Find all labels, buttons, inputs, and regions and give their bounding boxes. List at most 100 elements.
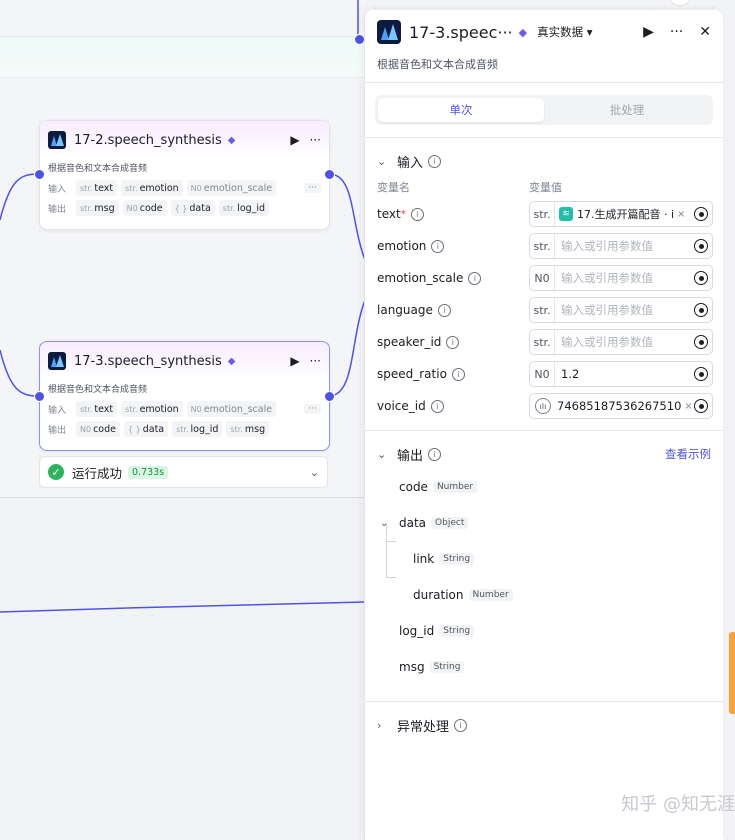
reference-chip[interactable]: ≋ 17.生成开篇配音 · i ×	[559, 206, 685, 222]
info-icon[interactable]: i	[431, 239, 445, 253]
language-field[interactable]: str. 输入或引用参数值	[529, 297, 713, 323]
param-chip: N0 emotion_scale	[186, 180, 277, 196]
reference-picker-icon[interactable]	[694, 399, 708, 413]
info-icon[interactable]: i	[468, 271, 482, 285]
input-section-header[interactable]: ⌄ 输入 i	[365, 146, 723, 176]
chevron-right-icon[interactable]: ›	[377, 719, 397, 732]
output-label: 输出	[48, 204, 67, 215]
param-chip: str. log_id	[172, 421, 223, 437]
run-status-text: 运行成功	[72, 465, 123, 481]
info-icon[interactable]: i	[430, 399, 444, 413]
emotion-scale-field[interactable]: N0 输入或引用参数值	[529, 265, 713, 291]
field-value: 74685187536267510	[557, 399, 682, 413]
voice-id-field[interactable]: ılı 74685187536267510 ×	[529, 393, 713, 419]
node-description: 根据音色和文本合成音频	[48, 164, 148, 174]
speed-ratio-field[interactable]: N0 1.2	[529, 361, 713, 387]
type-indicator: N0	[530, 266, 555, 290]
error-section-title: 异常处理	[397, 719, 450, 735]
input-row-language: language i str. 输入或引用参数值	[365, 294, 723, 326]
workflow-node-17-3[interactable]: 17-3.speech_synthesis ◆ ▶ ··· 根据音色和文本合成音…	[39, 341, 330, 451]
data-mode-select[interactable]: 真实数据 ▾	[537, 24, 592, 40]
info-icon[interactable]: i	[428, 447, 442, 461]
node-title: 17-3.speech_synthesis	[74, 353, 222, 369]
param-chip: { } data	[170, 200, 215, 216]
chevron-down-icon[interactable]: ⌄	[310, 466, 319, 479]
plugin-logo-icon	[48, 131, 66, 149]
input-section-title: 输入	[397, 155, 424, 171]
info-icon[interactable]: i	[437, 303, 451, 317]
run-node-button[interactable]: ▶	[290, 133, 299, 147]
more-options-button[interactable]: ···	[670, 24, 683, 40]
run-button[interactable]: ▶	[643, 24, 654, 40]
param-name: emotion_scale i	[377, 271, 529, 285]
param-chip: N0 code	[76, 421, 120, 437]
info-icon[interactable]: i	[410, 207, 424, 221]
reference-picker-icon[interactable]	[694, 271, 708, 285]
node-output-row: 输出 str. msg N0 code { } data str. log_id	[40, 198, 329, 218]
input-label: 输入	[48, 184, 67, 195]
param-chip: str. emotion	[121, 401, 183, 417]
reference-picker-icon[interactable]	[694, 239, 708, 253]
canvas-separator	[0, 497, 365, 498]
param-chip: N0 code	[122, 200, 167, 216]
param-name: emotion i	[377, 239, 529, 253]
remove-ref-icon[interactable]: ×	[677, 209, 685, 220]
info-icon[interactable]: i	[428, 154, 442, 168]
param-name: text * i	[377, 207, 529, 221]
field-value: 1.2	[561, 367, 580, 381]
output-label: 输出	[48, 425, 67, 436]
node1-input-port[interactable]	[34, 169, 45, 180]
speaker-id-field[interactable]: str. 输入或引用参数值	[529, 329, 713, 355]
side-tab-marker[interactable]	[729, 632, 735, 714]
error-handling-header[interactable]: › 异常处理 i	[365, 710, 723, 740]
node-more-button[interactable]: ···	[310, 133, 321, 147]
run-node-button[interactable]: ▶	[290, 354, 299, 368]
type-indicator: str.	[530, 202, 555, 226]
reference-picker-icon[interactable]	[694, 303, 708, 317]
info-icon[interactable]: i	[446, 335, 460, 349]
node-description: 根据音色和文本合成音频	[48, 385, 148, 395]
output-item-code: code Number	[399, 469, 723, 505]
type-indicator: str.	[530, 330, 555, 354]
more-params-button[interactable]: ···	[304, 183, 321, 193]
reference-picker-icon[interactable]	[694, 335, 708, 349]
tab-batch[interactable]: 批处理	[544, 98, 710, 122]
close-icon[interactable]: ✕	[699, 24, 711, 40]
chevron-down-icon[interactable]: ⌄	[377, 155, 397, 168]
workflow-node-17-2[interactable]: 17-2.speech_synthesis ◆ ▶ ··· 根据音色和文本合成音…	[39, 120, 330, 230]
output-tree: code Number ⌄ data Object link String durat…	[365, 469, 723, 685]
node2-input-port[interactable]	[34, 391, 45, 402]
loop-band	[0, 36, 365, 78]
chevron-down-icon[interactable]: ⌄	[377, 448, 397, 461]
reference-picker-icon[interactable]	[694, 207, 708, 221]
plugin-logo-icon	[377, 20, 401, 44]
run-status-bar[interactable]: ✓ 运行成功 0.733s ⌄	[39, 456, 328, 488]
info-icon[interactable]: i	[454, 718, 468, 732]
output-section-header[interactable]: ⌄ 输出 i 查看示例	[365, 439, 723, 469]
info-icon[interactable]: i	[451, 367, 465, 381]
premium-gem-icon: ◆	[518, 25, 528, 39]
more-params-button[interactable]: ···	[304, 404, 321, 414]
tab-single[interactable]: 单次	[378, 98, 544, 122]
clear-value-icon[interactable]: ×	[684, 401, 692, 412]
node-input-row: 输入 str. text str. emotion N0 emotion_scale …	[40, 178, 329, 198]
output-item-data: ⌄ data Object	[380, 505, 723, 541]
input-label: 输入	[48, 405, 67, 416]
param-chip: str. log_id	[218, 200, 270, 216]
node1-output-port[interactable]	[324, 169, 335, 180]
panel-header: 17-3.speec··· ◆ 真实数据 ▾ ▶ ··· ✕	[365, 10, 723, 54]
param-chip: str. emotion	[121, 180, 183, 196]
emotion-field[interactable]: str. 输入或引用参数值	[529, 233, 713, 259]
view-example-link[interactable]: 查看示例	[665, 446, 711, 462]
type-indicator: str.	[530, 234, 555, 258]
node-more-button[interactable]: ···	[310, 354, 321, 368]
placeholder: 输入或引用参数值	[561, 335, 653, 349]
text-field[interactable]: str. ≋ 17.生成开篇配音 · i ×	[529, 201, 713, 227]
node2-output-port[interactable]	[324, 391, 335, 402]
chevron-down-icon[interactable]: ⌄	[380, 518, 388, 529]
output-item-duration: duration Number	[399, 577, 723, 613]
param-name: language i	[377, 303, 529, 317]
reference-picker-icon[interactable]	[694, 367, 708, 381]
input-row-text: text * i str. ≋ 17.生成开篇配音 · i ×	[365, 198, 723, 230]
param-name: voice_id i	[377, 399, 529, 413]
